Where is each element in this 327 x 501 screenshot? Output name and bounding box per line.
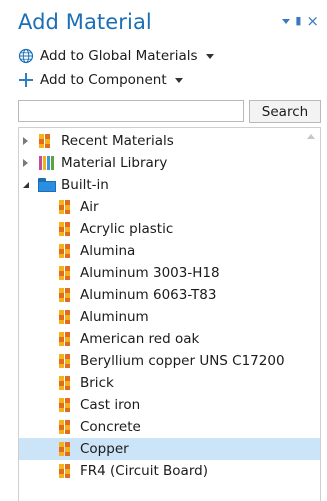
panel-window-controls: ▮ × xyxy=(282,14,319,29)
material-icon xyxy=(59,464,73,478)
globe-icon xyxy=(18,48,34,64)
tree-node-built-in[interactable]: Built-in xyxy=(19,174,320,196)
search-input[interactable] xyxy=(18,100,244,122)
material-icon xyxy=(59,420,73,434)
panel-menu-arrow-icon[interactable] xyxy=(282,18,291,24)
expand-arrow-icon[interactable] xyxy=(23,137,28,145)
material-item-label: Beryllium copper UNS C17200 xyxy=(80,353,285,369)
material-item-label: Concrete xyxy=(80,419,141,435)
material-item[interactable]: Air xyxy=(19,196,320,218)
tree-node-material-library[interactable]: Material Library xyxy=(19,152,320,174)
material-item-label: Aluminum 6063-T83 xyxy=(80,287,217,303)
material-icon xyxy=(59,332,73,346)
material-item-label: Aluminum 3003-H18 xyxy=(80,265,220,281)
material-item[interactable]: Brick xyxy=(19,372,320,394)
material-item-label: Aluminum xyxy=(80,309,149,325)
add-to-global-materials-button[interactable]: Add to Global Materials xyxy=(18,48,214,64)
add-material-panel: Add Material ▮ × Add to Global Materials… xyxy=(0,0,327,501)
collapse-arrow-icon[interactable] xyxy=(23,182,29,188)
tree-node-recent-materials[interactable]: Recent Materials xyxy=(19,130,320,152)
material-item-label: Acrylic plastic xyxy=(80,221,174,237)
tree-node-label: Material Library xyxy=(61,155,168,171)
folder-icon xyxy=(38,178,56,192)
chevron-down-icon xyxy=(205,53,214,59)
material-tree[interactable]: Recent Materials Material Library Built-… xyxy=(18,127,321,501)
material-item[interactable]: Aluminum 6063-T83 xyxy=(19,284,320,306)
material-icon xyxy=(59,398,73,412)
plus-icon xyxy=(18,72,34,88)
material-item-label: Copper xyxy=(80,441,129,457)
material-item[interactable]: Beryllium copper UNS C17200 xyxy=(19,350,320,372)
material-icon xyxy=(59,376,73,390)
material-item-label: Alumina xyxy=(80,243,136,259)
material-item[interactable]: Concrete xyxy=(19,416,320,438)
material-icon xyxy=(59,266,73,280)
material-icon xyxy=(59,442,73,456)
material-item-label: American red oak xyxy=(80,331,200,347)
material-icon xyxy=(59,244,73,258)
search-button[interactable]: Search xyxy=(249,100,321,123)
tree-node-label: Recent Materials xyxy=(61,133,174,149)
chevron-down-icon xyxy=(174,77,183,83)
recent-materials-icon xyxy=(39,134,53,148)
material-item[interactable]: Acrylic plastic xyxy=(19,218,320,240)
pin-icon[interactable]: ▮ xyxy=(295,15,301,26)
material-icon xyxy=(59,354,73,368)
panel-title: Add Material xyxy=(18,10,152,34)
material-item[interactable]: Copper xyxy=(19,438,320,460)
material-item[interactable]: Aluminum 3003-H18 xyxy=(19,262,320,284)
material-item-label: Cast iron xyxy=(80,397,141,413)
material-item[interactable]: FR4 (Circuit Board) xyxy=(19,460,320,482)
tree-node-label: Built-in xyxy=(61,177,109,193)
material-icon xyxy=(59,222,73,236)
close-icon[interactable]: × xyxy=(306,14,319,29)
material-item-label: FR4 (Circuit Board) xyxy=(80,463,208,479)
add-to-component-button[interactable]: Add to Component xyxy=(18,72,183,88)
material-item[interactable]: Alumina xyxy=(19,240,320,262)
add-to-component-label: Add to Component xyxy=(40,72,167,88)
material-item[interactable]: Aluminum xyxy=(19,306,320,328)
material-icon xyxy=(59,200,73,214)
material-icon xyxy=(59,310,73,324)
add-to-global-materials-label: Add to Global Materials xyxy=(40,48,198,64)
expand-arrow-icon[interactable] xyxy=(23,159,28,167)
material-item[interactable]: Cast iron xyxy=(19,394,320,416)
material-icon xyxy=(59,288,73,302)
library-icon xyxy=(39,156,54,170)
material-item-label: Brick xyxy=(80,375,114,391)
material-item-label: Air xyxy=(80,199,99,215)
material-item[interactable]: American red oak xyxy=(19,328,320,350)
